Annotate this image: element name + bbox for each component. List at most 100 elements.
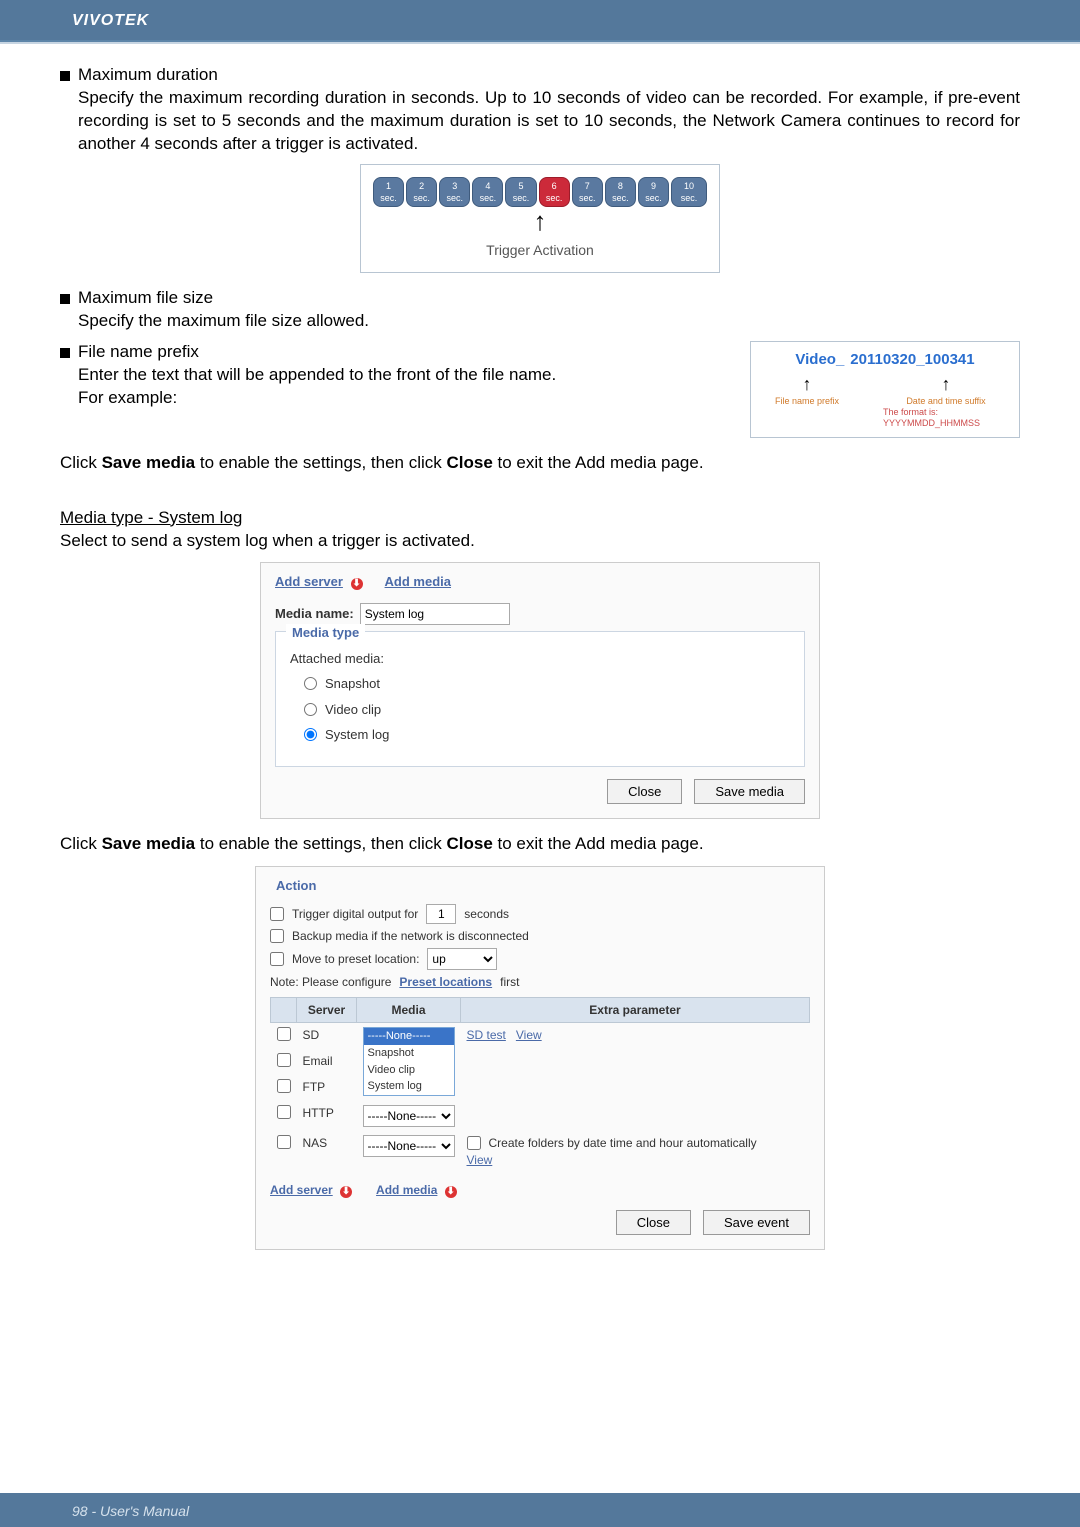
fname-suffix-text: 20110320_100341: [850, 350, 974, 370]
chk-ftp[interactable]: [277, 1079, 291, 1093]
save-media-text-1: Click Save media to enable the settings,…: [60, 452, 1020, 475]
arrow-up-icon: ↑: [534, 211, 547, 232]
row-http: HTTP -----None-----: [271, 1101, 810, 1131]
chk-nas[interactable]: [277, 1135, 291, 1149]
radio-systemlog[interactable]: [304, 728, 317, 741]
radio-videoclip[interactable]: [304, 703, 317, 716]
file-prefix-title: File name prefix: [78, 341, 556, 364]
max-filesize-title: Maximum file size: [78, 287, 369, 310]
chk-trigger-digital[interactable]: [270, 907, 284, 921]
chk-create-folders[interactable]: [467, 1136, 481, 1150]
radio-snapshot[interactable]: [304, 677, 317, 690]
save-media-text-2: Click Save media to enable the settings,…: [60, 833, 1020, 856]
th-server: Server: [297, 997, 357, 1022]
media-opt-systemlog[interactable]: System log: [364, 1078, 454, 1095]
move-preset-label: Move to preset location:: [292, 951, 419, 967]
timeline-pills: 1 sec. 2 sec. 3 sec. 4 sec. 5 sec. 6 sec…: [373, 177, 707, 207]
media-select-nas[interactable]: -----None-----: [363, 1135, 455, 1157]
header-band: VIVOTEK: [0, 0, 1080, 40]
info-icon: ⬇: [445, 1186, 457, 1198]
media-name-input[interactable]: [360, 603, 510, 625]
info-icon: ⬇: [340, 1186, 352, 1198]
note-post: first: [500, 974, 519, 990]
item-file-prefix-row: File name prefix Enter the text that wil…: [60, 341, 1020, 438]
pill-8: 8 sec.: [605, 177, 636, 207]
bullet-icon: [60, 71, 70, 81]
fname-prefix-text: Video_: [795, 350, 844, 370]
media-opt-snapshot[interactable]: Snapshot: [364, 1045, 454, 1062]
tab-add-server[interactable]: Add server ⬇: [275, 573, 363, 591]
action-legend: Action: [270, 877, 322, 895]
add-server-link[interactable]: Add server ⬇: [270, 1182, 352, 1198]
media-type-fieldset: Media type Attached media: Snapshot Vide…: [275, 631, 805, 767]
trigger-digital-seconds[interactable]: [426, 904, 456, 924]
create-folders-label: Create folders by date time and hour aut…: [489, 1135, 757, 1151]
media-select-sd-open[interactable]: -----None----- Snapshot Video clip Syste…: [363, 1027, 455, 1096]
item-max-filesize: Maximum file size Specify the maximum fi…: [60, 287, 1020, 333]
bullet-icon: [60, 348, 70, 358]
add-media-link[interactable]: Add media ⬇: [376, 1182, 457, 1198]
systemlog-desc: Select to send a system log when a trigg…: [60, 530, 1020, 553]
save-media-button[interactable]: Save media: [694, 779, 805, 804]
sd-view-link[interactable]: View: [516, 1028, 542, 1042]
preset-locations-link[interactable]: Preset locations: [399, 974, 492, 990]
trigger-digital-pre: Trigger digital output for: [292, 906, 418, 922]
media-name-label: Media name:: [275, 605, 354, 623]
item-max-duration: Maximum duration Specify the maximum rec…: [60, 64, 1020, 156]
pill-4: 4 sec.: [472, 177, 503, 207]
radio-systemlog-label: System log: [325, 726, 389, 744]
nas-label: NAS: [297, 1131, 357, 1171]
item-file-prefix: File name prefix Enter the text that wil…: [60, 341, 728, 410]
action-save-event-button[interactable]: Save event: [703, 1210, 810, 1235]
trigger-digital-post: seconds: [464, 906, 509, 922]
fname-label-format: The format is: YYYYMMDD_HHMMSS: [883, 407, 1009, 429]
server-media-table: Server Media Extra parameter SD -----Non…: [270, 997, 810, 1172]
ftp-label: FTP: [297, 1075, 357, 1101]
footer-band: 98 - User's Manual: [0, 1493, 1080, 1527]
close-button[interactable]: Close: [607, 779, 682, 804]
radio-snapshot-label: Snapshot: [325, 675, 380, 693]
http-label: HTTP: [297, 1101, 357, 1131]
pill-3: 3 sec.: [439, 177, 470, 207]
th-media: Media: [357, 997, 461, 1022]
fname-label-suffix: Date and time suffix: [906, 396, 985, 407]
bullet-icon: [60, 294, 70, 304]
action-panel: Action Trigger digital output for second…: [255, 866, 825, 1250]
fname-label-prefix: File name prefix: [775, 396, 839, 407]
arrow-up-icon: ↑: [942, 372, 951, 396]
sd-label: SD: [297, 1022, 357, 1049]
row-email: Email: [271, 1049, 810, 1075]
row-sd: SD -----None----- Snapshot Video clip Sy…: [271, 1022, 810, 1049]
attached-media-label: Attached media:: [290, 650, 790, 668]
th-extra: Extra parameter: [461, 997, 810, 1022]
filename-diagram: Video_ 20110320_100341 ↑ File name prefix…: [750, 341, 1020, 438]
brand-title: VIVOTEK: [72, 12, 149, 30]
file-prefix-body2: For example:: [78, 387, 556, 410]
chk-http[interactable]: [277, 1105, 291, 1119]
tab-add-media[interactable]: Add media: [385, 573, 451, 591]
chk-sd[interactable]: [277, 1027, 291, 1041]
media-type-legend: Media type: [286, 624, 365, 642]
chk-email[interactable]: [277, 1053, 291, 1067]
add-media-panel: Add server ⬇ Add media Media name: Media…: [260, 562, 820, 818]
radio-videoclip-label: Video clip: [325, 701, 381, 719]
timeline-diagram: 1 sec. 2 sec. 3 sec. 4 sec. 5 sec. 6 sec…: [360, 164, 720, 273]
chk-move-preset[interactable]: [270, 952, 284, 966]
timeline-caption: Trigger Activation: [373, 241, 707, 260]
backup-media-label: Backup media if the network is disconnec…: [292, 928, 529, 944]
media-opt-videoclip[interactable]: Video clip: [364, 1062, 454, 1079]
pill-6: 6 sec.: [539, 177, 570, 207]
nas-view-link[interactable]: View: [467, 1153, 493, 1167]
page-body: Maximum duration Specify the maximum rec…: [0, 44, 1080, 1250]
max-duration-body: Specify the maximum recording duration i…: [78, 87, 1020, 156]
pill-10: 10 sec.: [671, 177, 707, 207]
media-opt-none[interactable]: -----None-----: [364, 1028, 454, 1045]
action-close-button[interactable]: Close: [616, 1210, 691, 1235]
chk-backup-media[interactable]: [270, 929, 284, 943]
pill-2: 2 sec.: [406, 177, 437, 207]
email-label: Email: [297, 1049, 357, 1075]
move-preset-select[interactable]: up: [427, 948, 497, 970]
arrow-up-icon: ↑: [803, 372, 812, 396]
media-select-http[interactable]: -----None-----: [363, 1105, 455, 1127]
sd-test-link[interactable]: SD test: [467, 1028, 506, 1042]
